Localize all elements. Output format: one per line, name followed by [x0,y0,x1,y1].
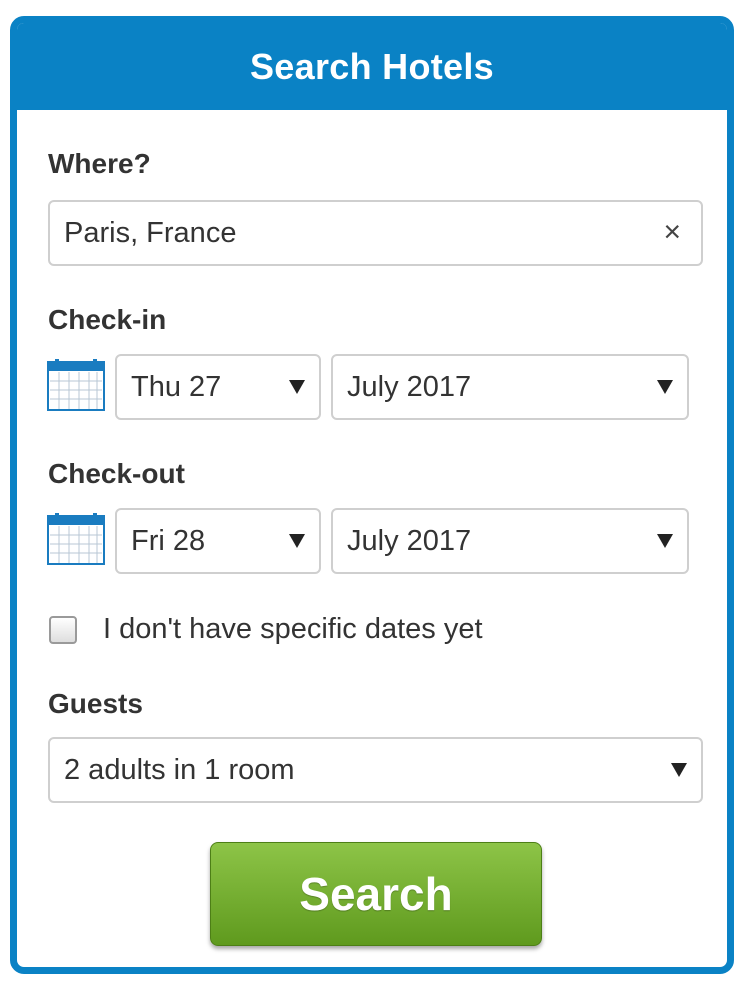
no-dates-label[interactable]: I don't have specific dates yet [103,613,483,646]
search-button[interactable]: Search [210,842,542,946]
checkin-month-value: July 2017 [347,370,472,403]
dropdown-arrow-icon [671,763,687,777]
no-dates-checkbox[interactable] [49,616,77,644]
calendar-icon[interactable] [47,359,105,411]
widget-title: Search Hotels [17,23,727,110]
close-icon[interactable]: × [663,217,681,247]
checkout-day-select[interactable]: Fri 28 [115,508,321,574]
calendar-icon[interactable] [47,513,105,565]
checkin-label: Check-in [48,304,167,335]
checkin-month-select[interactable]: July 2017 [331,354,689,420]
dropdown-arrow-icon [289,380,305,394]
dropdown-arrow-icon [289,534,305,548]
checkout-month-value: July 2017 [347,524,472,557]
checkin-day-select[interactable]: Thu 27 [115,354,321,420]
guests-label: Guests [48,688,143,719]
destination-value: Paris, France [64,216,237,249]
dropdown-arrow-icon [657,380,673,394]
checkout-label: Check-out [48,458,185,489]
where-label: Where? [48,148,151,179]
dropdown-arrow-icon [657,534,673,548]
destination-input[interactable]: Paris, France × [48,200,703,266]
guests-value: 2 adults in 1 room [64,753,295,786]
checkout-month-select[interactable]: July 2017 [331,508,689,574]
search-hotels-widget: Search Hotels Where? Paris, France × Che… [10,16,734,974]
guests-select[interactable]: 2 adults in 1 room [48,737,703,803]
